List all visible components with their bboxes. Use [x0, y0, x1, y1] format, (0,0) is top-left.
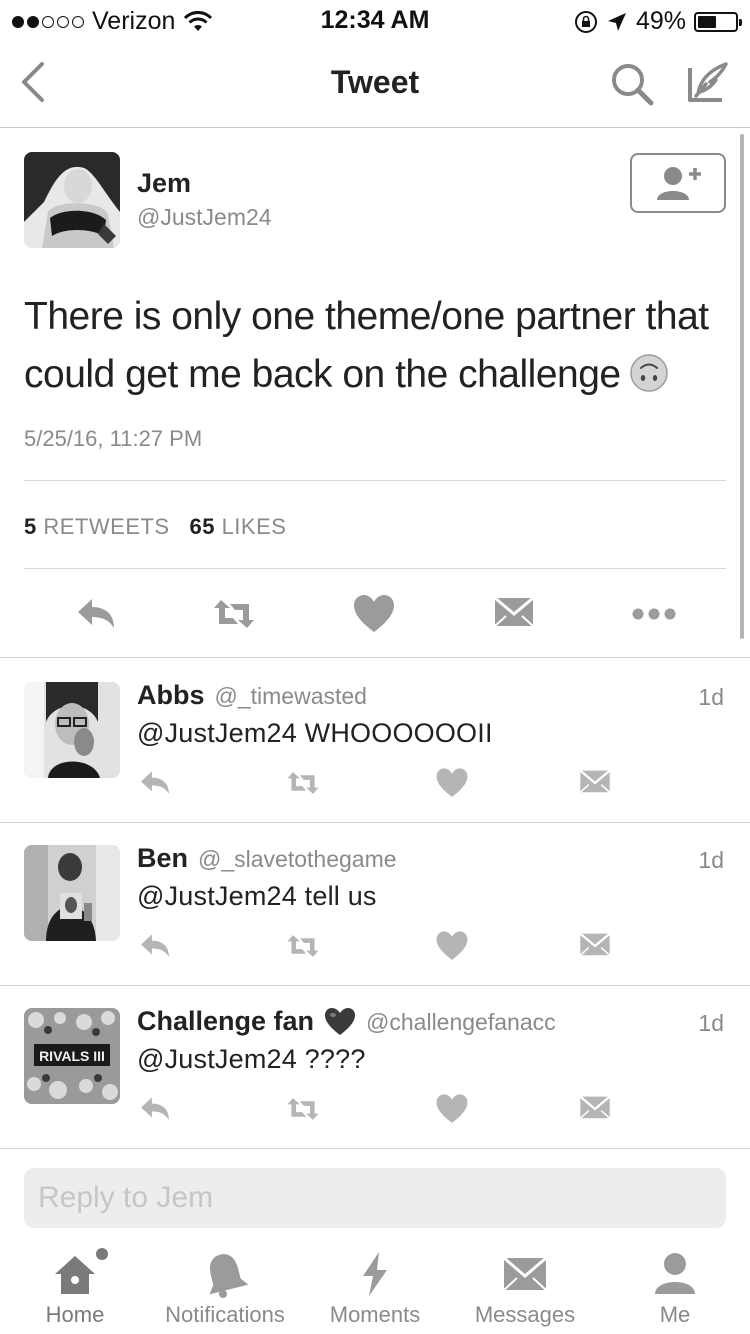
avatar[interactable] [24, 845, 120, 941]
like-heart-icon[interactable] [435, 766, 469, 800]
scroll-indicator[interactable] [740, 134, 744, 639]
reply-text: @JustJem24 ???? [137, 1044, 366, 1075]
reply-text-body: ???? [304, 1044, 366, 1074]
retweets-label: RETWEETS [43, 514, 170, 539]
direct-message-icon[interactable] [492, 592, 536, 636]
author-handle[interactable]: @JustJem24 [137, 204, 272, 231]
likes-count: 65 [189, 514, 215, 539]
retweet-icon[interactable] [212, 592, 256, 636]
reply-text-body: WHOOOOOOII [304, 718, 493, 748]
avatar-caption: RIVALS III [39, 1048, 105, 1064]
retweet-icon[interactable] [286, 929, 320, 963]
battery-level [698, 15, 716, 28]
tab-label: Home [45, 1302, 105, 1327]
search-icon[interactable] [608, 60, 656, 108]
reply-time: 1d [698, 1010, 724, 1036]
reply-input-placeholder: Reply to Jem [38, 1181, 214, 1214]
divider [24, 480, 726, 481]
tab-messages[interactable]: Messages [450, 1240, 600, 1334]
envelope-icon [503, 1256, 547, 1291]
tab-home[interactable]: Home [0, 1240, 150, 1334]
retweets-count: 5 [24, 514, 37, 539]
reply-tweet[interactable]: RIVALS III Challenge fan @challengefanac… [0, 986, 750, 1149]
tweet-text: There is only one theme/one partner that… [24, 288, 724, 404]
tab-label: Moments [329, 1302, 421, 1327]
reply-action-bar [0, 929, 750, 965]
reply-icon[interactable] [138, 766, 172, 800]
tab-notifications[interactable]: Notifications [150, 1240, 300, 1334]
home-icon [55, 1256, 95, 1294]
mention-link[interactable]: @JustJem24 [137, 881, 297, 911]
like-heart-icon[interactable] [435, 1092, 469, 1126]
reply-author-name[interactable]: Ben [137, 843, 188, 874]
author-name[interactable]: Jem [137, 168, 191, 199]
add-user-icon [657, 167, 701, 200]
status-right: 49% [574, 7, 742, 36]
retweets-stat[interactable]: 5 RETWEETS [24, 514, 170, 539]
mention-link[interactable]: @JustJem24 [137, 1044, 297, 1074]
direct-message-icon[interactable] [578, 929, 612, 963]
engagement-stats: 5 RETWEETS 65 LIKES [24, 514, 286, 540]
upside-down-face-emoji-icon [629, 354, 668, 392]
retweet-icon[interactable] [286, 766, 320, 800]
reply-action-bar [0, 1092, 750, 1128]
reply-author-handle[interactable]: @_timewasted [215, 683, 367, 710]
tab-label: Notifications [165, 1302, 285, 1327]
tab-label: Me [659, 1302, 691, 1327]
reply-author-line: Abbs @_timewasted [137, 680, 367, 711]
reply-icon[interactable] [138, 929, 172, 963]
tab-me[interactable]: Me [600, 1240, 750, 1334]
reply-text: @JustJem24 WHOOOOOOII [137, 718, 493, 749]
tweet-text-body: There is only one theme/one partner that… [24, 295, 709, 396]
likes-label: LIKES [221, 514, 287, 539]
divider [24, 568, 726, 569]
reply-input[interactable]: Reply to Jem [24, 1168, 726, 1228]
avatar[interactable] [24, 682, 120, 778]
lightning-icon [363, 1252, 387, 1296]
reply-author-handle[interactable]: @_slavetothegame [198, 846, 397, 873]
person-icon [655, 1253, 695, 1294]
reply-author-handle[interactable]: @challengefanacc [366, 1009, 556, 1036]
avatar[interactable]: RIVALS III [24, 1008, 120, 1104]
direct-message-icon[interactable] [578, 766, 612, 800]
reply-text: @JustJem24 tell us [137, 881, 377, 912]
bell-icon [209, 1254, 249, 1298]
reply-time: 1d [698, 684, 724, 710]
reply-author-line: Ben @_slavetothegame [137, 843, 397, 874]
battery-percent: 49% [635, 7, 686, 35]
retweet-icon[interactable] [286, 1092, 320, 1126]
direct-message-icon[interactable] [578, 1092, 612, 1126]
black-heart-emoji-icon [325, 1007, 356, 1035]
mention-link[interactable]: @JustJem24 [137, 718, 297, 748]
compose-tweet-icon[interactable] [682, 58, 730, 106]
reply-text-body: tell us [304, 881, 377, 911]
location-arrow-icon [607, 12, 626, 31]
tab-bar: Home Notifications Moments Messages Me [0, 1240, 750, 1334]
likes-stat[interactable]: 65 LIKES [189, 514, 286, 539]
main-tweet: Jem @JustJem24 There is only one theme/o… [0, 130, 750, 658]
like-heart-icon[interactable] [352, 592, 396, 636]
tweet-timestamp: 5/25/16, 11:27 PM [24, 426, 203, 451]
reply-icon[interactable] [138, 1092, 172, 1126]
reply-tweet[interactable]: Ben @_slavetothegame 1d @JustJem24 tell … [0, 823, 750, 986]
reply-time: 1d [698, 847, 724, 873]
reply-icon[interactable] [74, 592, 118, 636]
reply-tweet[interactable]: Abbs @_timewasted 1d @JustJem24 WHOOOOOO… [0, 660, 750, 823]
rotation-lock-icon [574, 10, 597, 33]
battery-icon [694, 11, 742, 32]
more-options-icon[interactable] [632, 592, 676, 636]
avatar[interactable] [24, 152, 120, 248]
navigation-bar: Tweet [0, 40, 750, 128]
tweet-action-bar [0, 592, 750, 636]
status-bar: Verizon 12:34 AM 49% [0, 0, 750, 40]
follow-button[interactable] [630, 153, 726, 213]
reply-action-bar [0, 766, 750, 802]
reply-author-name[interactable]: Abbs [137, 680, 205, 711]
tab-label: Messages [474, 1302, 576, 1327]
new-tweets-dot [96, 1248, 108, 1260]
like-heart-icon[interactable] [435, 929, 469, 963]
tab-moments[interactable]: Moments [300, 1240, 450, 1334]
reply-author-name[interactable]: Challenge fan [137, 1006, 314, 1037]
reply-author-line: Challenge fan @challengefanacc [137, 1006, 556, 1037]
